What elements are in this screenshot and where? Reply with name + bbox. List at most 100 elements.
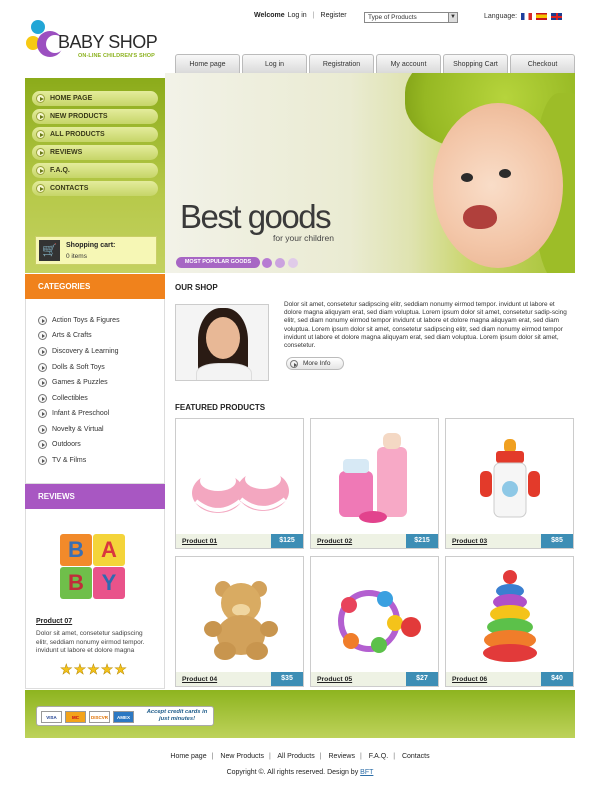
menu-item-all-products[interactable]: ALL PRODUCTS xyxy=(32,127,158,142)
product-price: $125 xyxy=(271,534,303,548)
menu-item-label: HOME PAGE xyxy=(50,95,93,102)
baby-shoes-image xyxy=(192,469,289,513)
product-name[interactable]: Product 02 xyxy=(317,538,352,545)
star-icon: ★ xyxy=(73,661,87,677)
tab-checkout[interactable]: Checkout xyxy=(510,54,575,74)
copyright-text: Copyright ©. All rights reserved. Design… xyxy=(226,769,359,776)
product-price: $215 xyxy=(406,534,438,548)
arrow-icon xyxy=(38,378,47,387)
menu-item-new-products[interactable]: NEW PRODUCTS xyxy=(32,109,158,124)
product-name[interactable]: Product 05 xyxy=(317,676,352,683)
flag-uk-icon[interactable] xyxy=(551,13,563,20)
review-product-link[interactable]: Product 07 xyxy=(36,618,72,625)
footer-nav: Home page | New Products | All Products | R… xyxy=(170,753,430,760)
product-price: $35 xyxy=(271,672,303,686)
mastercard-icon: MC xyxy=(65,711,86,723)
stacking-rings-image xyxy=(483,570,537,662)
shopping-cart-box[interactable]: 🛒 Shopping cart: 0 items xyxy=(35,236,157,265)
footer-link-faq[interactable]: F.A.Q. xyxy=(369,753,388,760)
product-card[interactable]: Product 05 $27 xyxy=(310,556,439,687)
category-label: Discovery & Learning xyxy=(52,348,119,355)
category-label: Action Toys & Figures xyxy=(52,317,120,324)
category-label: Outdoors xyxy=(52,441,81,448)
tab-shopping-cart[interactable]: Shopping Cart xyxy=(443,54,508,74)
logo-circles-icon xyxy=(26,20,62,57)
category-label: TV & Films xyxy=(52,457,87,464)
chevron-down-icon: ▼ xyxy=(448,13,457,22)
flag-france-icon[interactable] xyxy=(521,13,533,20)
arrow-icon xyxy=(38,409,47,418)
tab-my-account[interactable]: My account xyxy=(376,54,441,74)
footer-link-reviews[interactable]: Reviews xyxy=(329,753,355,760)
arrow-icon xyxy=(38,456,47,465)
star-icon: ★ xyxy=(87,661,100,677)
star-icon: ★ xyxy=(60,661,73,677)
product-card[interactable]: Product 06 $40 xyxy=(445,556,574,687)
product-price: $85 xyxy=(541,534,573,548)
footer-link-new-products[interactable]: New Products xyxy=(220,753,264,760)
category-item[interactable]: Action Toys & Figures xyxy=(38,316,120,326)
menu-item-reviews[interactable]: REVIEWS xyxy=(32,145,158,160)
product-type-select[interactable]: Type of Products ▼ xyxy=(364,12,458,23)
footer-link-all-products[interactable]: All Products xyxy=(277,753,314,760)
amex-icon: AMEX xyxy=(113,711,134,723)
slider-dot-1[interactable] xyxy=(262,258,272,268)
product-name[interactable]: Product 01 xyxy=(182,538,217,545)
category-item[interactable]: TV & Films xyxy=(38,456,86,466)
category-item[interactable]: Infant & Preschool xyxy=(38,409,109,419)
arrow-icon xyxy=(36,166,45,175)
flag-spain-icon[interactable] xyxy=(536,13,548,20)
menu-item-faq[interactable]: F.A.Q. xyxy=(32,163,158,178)
logo-title: BABY SHOP xyxy=(58,32,158,52)
star-icon: ★ xyxy=(114,661,127,677)
more-info-button[interactable]: More Info xyxy=(286,357,344,370)
tab-home-page[interactable]: Home page xyxy=(175,54,240,74)
category-item[interactable]: Dolls & Soft Toys xyxy=(38,363,105,373)
product-card[interactable]: Product 02 $215 xyxy=(310,418,439,549)
reviews-heading: REVIEWS xyxy=(25,484,165,509)
logo[interactable]: BABY SHOP ON-LINE CHILDREN'S SHOP xyxy=(22,18,172,68)
category-item[interactable]: Novelty & Virtual xyxy=(38,425,104,435)
hero-title: Best goods xyxy=(180,198,332,235)
slider-dot-3[interactable] xyxy=(288,258,298,268)
our-shop-title: OUR SHOP xyxy=(175,283,218,292)
category-item[interactable]: Outdoors xyxy=(38,440,81,450)
footer-link-home[interactable]: Home page xyxy=(170,753,206,760)
product-card[interactable]: Product 04 $35 xyxy=(175,556,304,687)
baby-bottles-image xyxy=(339,433,407,523)
arrow-icon xyxy=(36,94,45,103)
most-popular-badge[interactable]: MOST POPULAR GOODS xyxy=(176,257,260,268)
category-item[interactable]: Discovery & Learning xyxy=(38,347,119,357)
login-link[interactable]: Log in xyxy=(288,12,307,19)
tab-log-in[interactable]: Log in xyxy=(242,54,307,74)
arrow-icon xyxy=(36,148,45,157)
more-info-label: More Info xyxy=(303,360,331,367)
cart-title: Shopping cart: xyxy=(66,242,116,249)
menu-item-contacts[interactable]: CONTACTS xyxy=(32,181,158,196)
category-label: Games & Puzzles xyxy=(52,379,108,386)
category-item[interactable]: Arts & Crafts xyxy=(38,331,92,341)
rattle-ring-image xyxy=(338,590,421,653)
product-name[interactable]: Product 03 xyxy=(452,538,487,545)
hero-subtitle: for your children xyxy=(273,233,334,243)
visa-icon: VISA xyxy=(41,711,62,723)
product-card[interactable]: Product 01 $125 xyxy=(175,418,304,549)
tab-registration[interactable]: Registration xyxy=(309,54,374,74)
product-name[interactable]: Product 06 xyxy=(452,676,487,683)
slider-dot-2[interactable] xyxy=(275,258,285,268)
product-card[interactable]: Product 03 $85 xyxy=(445,418,574,549)
product-name[interactable]: Product 04 xyxy=(182,676,217,683)
menu-item-home-page[interactable]: HOME PAGE xyxy=(32,91,158,106)
featured-products-title: FEATURED PRODUCTS xyxy=(175,403,266,412)
toy-block: B xyxy=(60,567,92,599)
toy-block: A xyxy=(93,534,125,566)
register-link[interactable]: Register xyxy=(321,12,347,19)
category-item[interactable]: Games & Puzzles xyxy=(38,378,108,388)
footer-link-contacts[interactable]: Contacts xyxy=(402,753,430,760)
designer-link[interactable]: BFT xyxy=(360,769,373,776)
shop-photo xyxy=(175,304,269,381)
language-selector: Language: xyxy=(484,13,563,20)
toy-block: Y xyxy=(93,567,125,599)
category-item[interactable]: Collectibles xyxy=(38,394,88,404)
category-label: Arts & Crafts xyxy=(52,332,92,339)
